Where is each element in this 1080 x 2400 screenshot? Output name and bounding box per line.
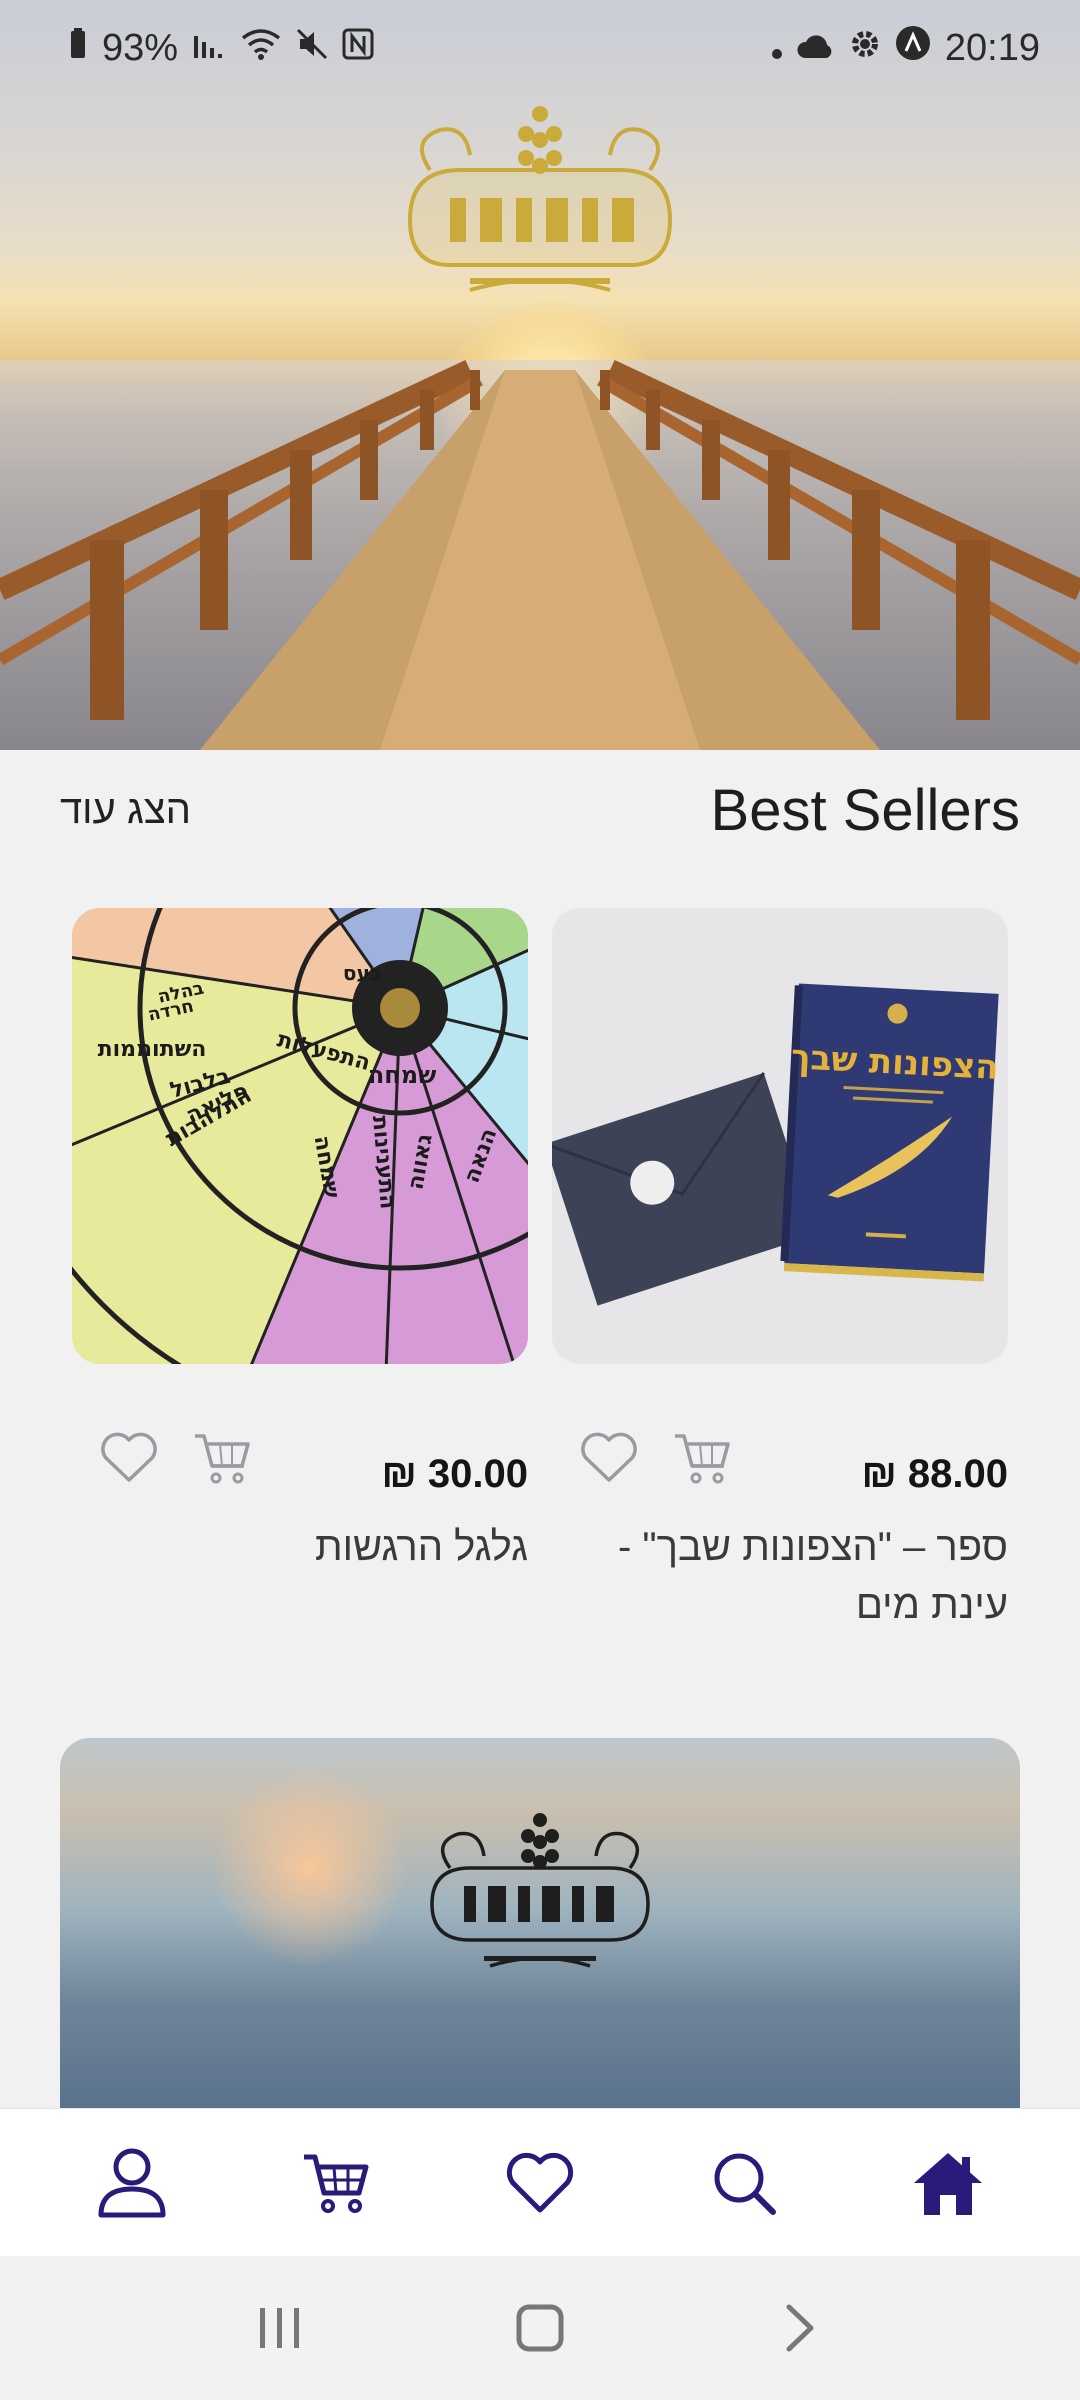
home-button[interactable]	[490, 2278, 590, 2378]
banner-logo	[430, 1813, 650, 1968]
svg-text:השתוממות: השתוממות	[98, 1037, 207, 1062]
cloud-icon	[797, 27, 835, 70]
status-right: 20:19	[771, 25, 1040, 71]
brand-logo	[407, 106, 673, 292]
home-square-icon	[516, 2304, 564, 2352]
status-time: 20:19	[944, 26, 1040, 69]
nav-cart[interactable]	[276, 2123, 396, 2243]
add-to-cart-icon[interactable]	[192, 1430, 252, 1491]
product-card[interactable]: הצפונות שבך ₪ 88.00 ספר – "הצפונות שבך" …	[552, 908, 1008, 1634]
banner-glow	[210, 1768, 410, 1968]
recent-apps-button[interactable]	[230, 2278, 330, 2378]
back-button[interactable]	[750, 2278, 850, 2378]
product-meta: ₪ 88.00	[552, 1408, 1008, 1518]
wheel-label: שמחה	[368, 1061, 437, 1089]
product-price: ₪ 88.00	[861, 1452, 1008, 1496]
product-meta: ₪ 30.00	[72, 1408, 528, 1518]
best-sellers-header: הצג עוד Best Sellers	[0, 750, 1080, 870]
home-icon	[914, 2152, 982, 2215]
recent-apps-icon	[260, 2308, 299, 2348]
promo-banner[interactable]	[60, 1738, 1020, 2118]
hero-bridge-image	[0, 360, 1080, 750]
wishlist-heart-icon[interactable]	[100, 1432, 158, 1489]
chevron-right-icon	[786, 2304, 814, 2352]
bottom-navigation	[0, 2108, 1080, 2256]
product-card[interactable]: שמחה התלהבות השתוממות בלבול פליאה שמחה ה…	[72, 908, 528, 1576]
show-more-link[interactable]: הצג עוד	[60, 788, 191, 833]
status-left: 93%	[68, 27, 374, 70]
signal-icon	[192, 27, 226, 70]
product-image[interactable]: הצפונות שבך	[552, 908, 1008, 1364]
nav-home[interactable]	[888, 2123, 1008, 2243]
gear-icon	[849, 27, 881, 70]
status-bar: 93% 20:19	[0, 0, 1080, 96]
svg-text:כעס: כעס	[343, 961, 381, 985]
app-badge-icon	[895, 25, 931, 71]
nfc-icon	[342, 27, 374, 70]
battery-icon	[68, 27, 88, 70]
wishlist-heart-icon[interactable]	[580, 1432, 638, 1489]
dot-icon	[771, 27, 783, 70]
heart-icon	[506, 2152, 574, 2212]
mute-icon	[296, 27, 328, 70]
wifi-icon	[240, 27, 282, 70]
app-screen: 93% 20:19 הצג עוד Best Sellers שמחה התלה…	[0, 0, 1080, 2400]
section-title: Best Sellers	[710, 777, 1020, 843]
nav-wishlist[interactable]	[480, 2123, 600, 2243]
nav-profile[interactable]	[72, 2123, 192, 2243]
product-name[interactable]: ספר – "הצפונות שבך" -עינת מים	[552, 1518, 1008, 1634]
add-to-cart-icon[interactable]	[672, 1430, 732, 1491]
product-name[interactable]: גלגל הרגשות	[72, 1518, 528, 1576]
profile-icon	[98, 2148, 166, 2217]
system-navigation-bar	[0, 2256, 1080, 2400]
battery-percent: 93%	[102, 26, 179, 69]
product-image[interactable]: שמחה התלהבות השתוממות בלבול פליאה שמחה ה…	[72, 908, 528, 1364]
search-icon	[714, 2153, 776, 2215]
nav-search[interactable]	[684, 2123, 804, 2243]
cart-icon	[304, 2154, 369, 2213]
product-price: ₪ 30.00	[381, 1452, 528, 1496]
